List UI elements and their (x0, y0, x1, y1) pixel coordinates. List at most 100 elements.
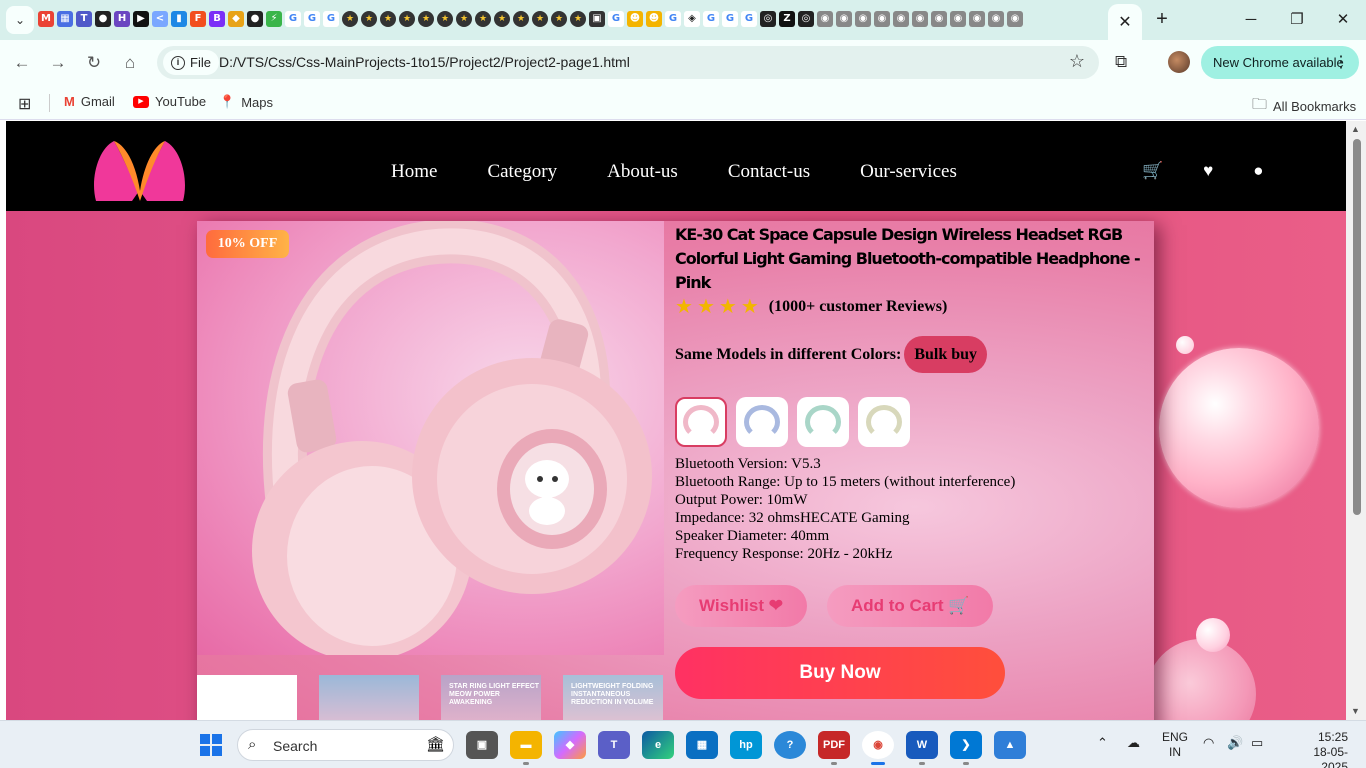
bootstrap-tab-icon[interactable]: B (209, 11, 225, 27)
heart-icon[interactable]: ♥ (1203, 161, 1213, 181)
star-tab-icon[interactable]: ★ (513, 11, 529, 27)
tab-icon[interactable]: ◉ (988, 11, 1004, 27)
google-tab-icon[interactable]: G (703, 11, 719, 27)
bookmark-youtube[interactable]: ▶ YouTube (133, 94, 206, 109)
tab-icon[interactable]: ◉ (969, 11, 985, 27)
page-scrollbar[interactable]: ▲ ▼ (1346, 121, 1366, 720)
tab-icon[interactable]: ◉ (817, 11, 833, 27)
home-icon[interactable]: ⌂ (117, 51, 143, 77)
add-to-cart-button[interactable]: Add to Cart 🛒 (827, 585, 994, 627)
site-info-button[interactable]: i File (163, 50, 219, 75)
wifi-icon[interactable]: ◠ (1203, 735, 1214, 751)
teams-tab-icon[interactable]: T (76, 11, 92, 27)
pdf-reader-icon[interactable]: PDF (818, 731, 850, 765)
github-tab-icon[interactable]: ● (95, 11, 111, 27)
tab-search-button[interactable]: ⌄ (6, 6, 34, 34)
tab-icon[interactable]: ▮ (171, 11, 187, 27)
google-tab-icon[interactable]: G (608, 11, 624, 27)
address-bar[interactable]: i File D:/VTS/Css/Css-MainProjects-1to15… (157, 46, 1099, 79)
star-tab-icon[interactable]: ★ (342, 11, 358, 27)
nav-our-services[interactable]: Our-services (860, 161, 957, 183)
nav-category[interactable]: Category (487, 161, 557, 183)
profile-avatar[interactable] (1168, 51, 1190, 73)
star-tab-icon[interactable]: ★ (361, 11, 377, 27)
nav-contact-us[interactable]: Contact-us (728, 161, 810, 183)
star-tab-icon[interactable]: ★ (399, 11, 415, 27)
file-explorer-icon[interactable]: ▬ (510, 731, 542, 765)
tab-icon[interactable]: ◉ (912, 11, 928, 27)
bookmark-star-icon[interactable]: ☆ (1069, 51, 1085, 72)
forward-icon[interactable]: → (45, 51, 71, 77)
help-icon[interactable]: ? (774, 731, 806, 759)
myntra-logo[interactable] (92, 139, 187, 203)
scroll-down-icon[interactable]: ▼ (1351, 706, 1360, 716)
show-hidden-icons[interactable]: ⌃ (1097, 735, 1108, 751)
swatch-mint[interactable] (797, 397, 849, 447)
thumbnail-4[interactable]: LIGHTWEIGHT FOLDING INSTANTANEOUS REDUCT… (563, 675, 663, 720)
task-view-icon[interactable]: ▣ (466, 731, 498, 759)
tab-icon[interactable]: ◉ (1007, 11, 1023, 27)
close-window-button[interactable]: ✕ (1330, 8, 1356, 32)
google-tab-icon[interactable]: G (722, 11, 738, 27)
swatch-cream[interactable] (858, 397, 910, 447)
url-text[interactable]: D:/VTS/Css/Css-MainProjects-1to15/Projec… (219, 54, 630, 70)
figma-tab-icon[interactable]: F (190, 11, 206, 27)
store-icon[interactable]: ▦ (686, 731, 718, 759)
edge-icon[interactable]: e (642, 731, 674, 759)
menu-icon[interactable]: ⋮ (1333, 46, 1349, 79)
nav-about-us[interactable]: About-us (607, 161, 678, 183)
battery-icon[interactable]: ▭ (1251, 735, 1263, 751)
minimize-button[interactable]: ─ (1238, 8, 1264, 32)
cart-icon[interactable]: 🛒 (1142, 161, 1163, 181)
star-tab-icon[interactable]: ★ (456, 11, 472, 27)
active-tab[interactable]: ✕ (1108, 4, 1142, 40)
tab-icon[interactable]: Z (779, 11, 795, 27)
star-tab-icon[interactable]: ★ (437, 11, 453, 27)
google-tab-icon[interactable]: G (304, 11, 320, 27)
google-tab-icon[interactable]: G (741, 11, 757, 27)
bookmark-gmail[interactable]: M Gmail (64, 94, 115, 109)
google-tab-icon[interactable]: G (665, 11, 681, 27)
chrome-icon[interactable]: ◉ (862, 731, 894, 765)
star-tab-icon[interactable]: ★ (418, 11, 434, 27)
myhp-icon[interactable]: hp (730, 731, 762, 759)
buy-now-button[interactable]: Buy Now (675, 647, 1005, 699)
star-tab-icon[interactable]: ★ (570, 11, 586, 27)
star-tab-icon[interactable]: ★ (532, 11, 548, 27)
copilot-icon[interactable]: ◆ (554, 731, 586, 759)
language-indicator[interactable]: ENG IN (1162, 730, 1188, 760)
tab-icon[interactable]: ▣ (589, 11, 605, 27)
swatch-blue[interactable] (736, 397, 788, 447)
scroll-up-icon[interactable]: ▲ (1351, 124, 1360, 134)
tab-icon[interactable]: ⚡ (266, 11, 282, 27)
apps-grid-icon[interactable]: ⊞ (18, 94, 31, 114)
taskbar-search[interactable]: ⌕ Search 🏛 (237, 729, 454, 761)
thumbnail-2[interactable] (319, 675, 419, 720)
swatch-pink[interactable] (675, 397, 727, 447)
tab-icon[interactable]: ◆ (228, 11, 244, 27)
extensions-icon[interactable]: ⧉ (1115, 52, 1127, 72)
tab-icon[interactable]: ▦ (57, 11, 73, 27)
tab-icon[interactable]: ◉ (874, 11, 890, 27)
user-icon[interactable]: ● (1253, 161, 1263, 181)
tab-icon[interactable]: ◎ (798, 11, 814, 27)
tab-icon[interactable]: ◈ (684, 11, 700, 27)
bulk-buy-button[interactable]: Bulk buy (904, 336, 988, 373)
reload-icon[interactable]: ↻ (81, 51, 107, 77)
star-tab-icon[interactable]: ★ (551, 11, 567, 27)
update-chrome-button[interactable]: New Chrome available ⋮ (1201, 46, 1359, 79)
word-icon[interactable]: W (906, 731, 938, 765)
vscode-icon[interactable]: ❯ (950, 731, 982, 765)
play-tab-icon[interactable]: ▶ (133, 11, 149, 27)
google-tab-icon[interactable]: G (285, 11, 301, 27)
star-tab-icon[interactable]: ★ (380, 11, 396, 27)
photos-icon[interactable]: ▲ (994, 731, 1026, 759)
maximize-button[interactable]: ❐ (1284, 8, 1310, 32)
tab-icon[interactable]: ◎ (760, 11, 776, 27)
google-tab-icon[interactable]: G (323, 11, 339, 27)
close-tab-icon[interactable]: ✕ (1118, 12, 1131, 32)
start-button[interactable] (200, 734, 222, 756)
system-clock[interactable]: 15:25 18-05-2025 (1300, 730, 1348, 768)
gmail-tab-icon[interactable]: M (38, 11, 54, 27)
onedrive-icon[interactable]: ☁ (1127, 735, 1140, 751)
